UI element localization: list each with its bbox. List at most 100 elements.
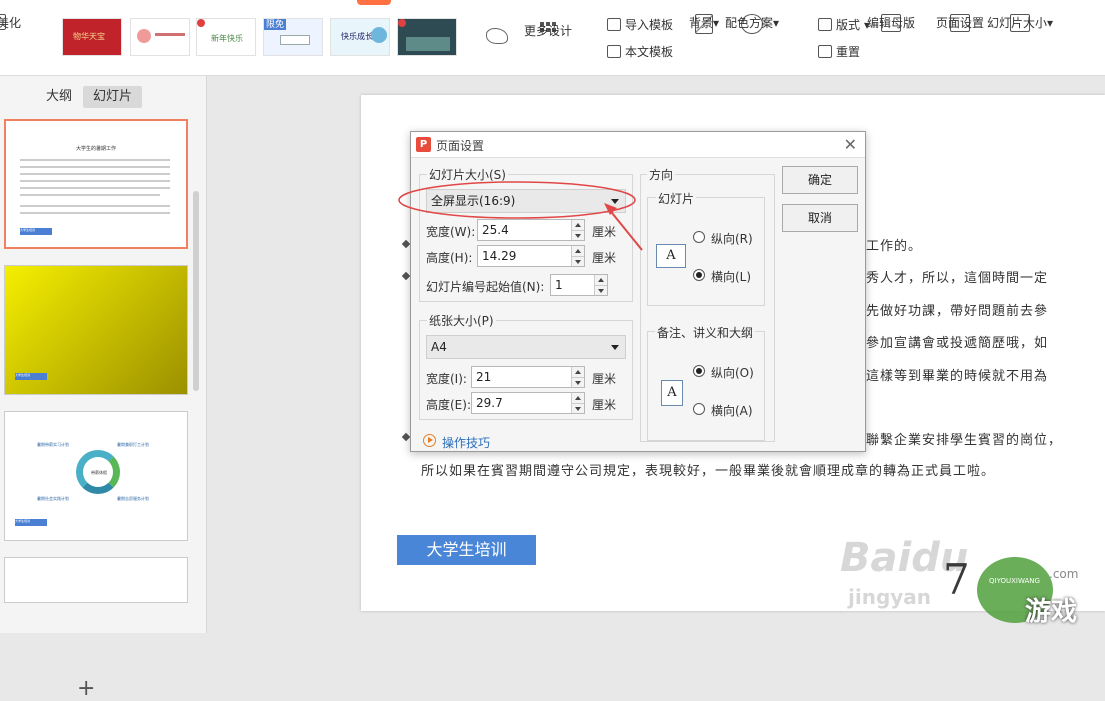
width-value: 25.4	[482, 223, 509, 237]
paper-size-value: A4	[431, 340, 447, 354]
spin-up-icon[interactable]	[571, 246, 584, 256]
start-number-input[interactable]: 1	[550, 274, 608, 296]
spin-down-icon[interactable]	[594, 285, 607, 295]
close-icon[interactable]: ✕	[844, 135, 857, 154]
smart-beautify-button[interactable]: 能美化	[0, 14, 21, 34]
smart-beautify-label: 能美化	[0, 16, 22, 30]
width-unit: 厘米	[592, 225, 617, 239]
this-template-label: 本文模板	[625, 45, 674, 59]
landscape-a-label: 横向(A)	[711, 404, 753, 418]
slide-title-button[interactable]: 大学生培训	[397, 535, 536, 565]
tips-link[interactable]: 操作技巧	[442, 434, 490, 451]
paper-width-unit: 厘米	[592, 372, 617, 386]
cancel-button[interactable]: 取消	[782, 204, 858, 232]
layout-button[interactable]: 版式 ▾	[818, 16, 870, 33]
paper-width-value: 21	[476, 370, 492, 384]
paper-height-input[interactable]: 29.7	[471, 392, 585, 414]
free-badge: 限免	[264, 19, 287, 30]
reset-icon	[818, 45, 832, 58]
design-thumb-1[interactable]: 物华天宝	[62, 18, 122, 56]
paper-height-unit: 厘米	[592, 398, 617, 412]
page-setup-button[interactable]: 页面设置	[936, 14, 984, 38]
width-input[interactable]: 25.4	[477, 219, 585, 241]
design-thumb-7[interactable]	[466, 18, 526, 56]
design-thumb-1-label: 物华天宝	[73, 32, 105, 41]
landscape-a-radio[interactable]	[693, 403, 705, 415]
spin-up-icon[interactable]	[594, 275, 607, 285]
ok-button[interactable]: 确定	[782, 166, 858, 194]
slide-size-select[interactable]: 全屏显示(16:9)	[426, 189, 626, 213]
reset-button[interactable]: 重置	[818, 43, 860, 60]
height-unit: 厘米	[592, 251, 617, 265]
orientation-group-label: 方向	[647, 166, 676, 183]
spin-down-icon[interactable]	[571, 230, 584, 240]
height-input[interactable]: 14.29	[477, 245, 585, 267]
paper-height-label: 高度(E):	[426, 398, 471, 412]
bubble-shape	[371, 27, 387, 43]
design-thumb-4[interactable]: 限免	[263, 18, 323, 56]
background-button[interactable]: 背景▾	[689, 14, 719, 38]
spin-up-icon[interactable]	[571, 220, 584, 230]
spin-down-icon[interactable]	[571, 403, 584, 413]
layout-label: 版式	[836, 18, 861, 32]
design-thumb-6[interactable]	[397, 18, 457, 56]
design-thumb-2[interactable]	[130, 18, 190, 56]
add-slide-button[interactable]: +	[77, 676, 95, 701]
hot-icon	[398, 19, 406, 27]
import-template-label: 导入模板	[625, 18, 674, 32]
slide-thumbnail-4[interactable]	[4, 557, 188, 603]
width-label: 宽度(W):	[426, 225, 476, 239]
paper-width-input[interactable]: 21	[471, 366, 585, 388]
portrait-r-radio[interactable]	[693, 231, 705, 243]
landscape-page-icon: A	[656, 244, 686, 268]
cycle-label-3: 暑期社会实践计划	[37, 496, 69, 501]
dialog-title: 页面设置	[436, 139, 485, 153]
cycle-label-2: 暑期兼职打工计划	[117, 442, 149, 447]
text-line	[20, 194, 160, 196]
slide-size-button[interactable]: 幻灯片大小▾	[987, 14, 1053, 38]
import-template-button[interactable]: 导入模板	[607, 16, 673, 33]
thumb-box	[280, 35, 310, 45]
more-designs-button[interactable]: 更多设计	[524, 22, 572, 38]
tab-slides[interactable]: 幻灯片	[83, 86, 143, 108]
start-number-value: 1	[555, 278, 563, 292]
spin-down-icon[interactable]	[571, 377, 584, 387]
sidebar-scrollbar[interactable]	[193, 191, 199, 391]
design-thumb-3[interactable]: 新年快乐	[196, 18, 256, 56]
paper-size-select[interactable]: A4	[426, 335, 626, 359]
play-circle-icon[interactable]	[423, 434, 436, 447]
slide-size-group-label: 幻灯片大小(S)	[427, 166, 508, 183]
logo-domain: .com	[1049, 567, 1079, 581]
slide-text-line-7: 所以如果在賓習期間遵守公司規定，表現較好，一般畢業後就會順理成章的轉為正式員工啦…	[421, 464, 996, 479]
paper-height-value: 29.7	[476, 396, 503, 410]
this-template-button[interactable]: 本文模板	[607, 43, 673, 60]
layout-icon	[818, 18, 832, 31]
edit-master-button[interactable]: 编辑母版	[867, 14, 915, 38]
design-thumb-5[interactable]: 快乐成长	[330, 18, 390, 56]
slide-thumbnail-1[interactable]: 大学生的暑期工作 大学生培训	[4, 119, 188, 249]
cycle-label-4: 暑期志愿服务计划	[117, 496, 149, 501]
slide-thumbnail-2-button: 大学生培训	[15, 373, 47, 380]
slide-text-line-5: 這樣等到畢業的時候就不用為	[866, 369, 1049, 384]
slide-thumbnail-3[interactable]: 带薪休假 暑期带薪实习计划 暑期兼职打工计划 暑期社会实践计划 暑期志愿服务计划…	[4, 411, 188, 541]
cycle-center-label: 带薪休假	[91, 470, 107, 475]
tab-outline[interactable]: 大纲	[36, 86, 82, 108]
portrait-page-icon: A	[661, 380, 683, 406]
spin-down-icon[interactable]	[571, 256, 584, 266]
slide-thumbnail-1-button: 大学生培训	[20, 228, 52, 235]
spin-up-icon[interactable]	[571, 393, 584, 403]
slide-thumbnail-2[interactable]: 大学生培训	[4, 265, 188, 395]
template-icon	[607, 45, 621, 58]
spin-up-icon[interactable]	[571, 367, 584, 377]
toolbar: 能美化 物华天宝 新年快乐 限免 快乐成长 更多设计 导入模板	[0, 0, 1105, 76]
portrait-o-radio[interactable]	[693, 365, 705, 377]
color-scheme-button[interactable]: 配色方案▾	[725, 14, 779, 38]
landscape-l-radio[interactable]	[693, 269, 705, 281]
text-line	[20, 180, 170, 182]
page-setup-dialog: P 页面设置 ✕ 幻灯片大小(S) 全屏显示(16:9) 宽度(W): 25.4…	[410, 131, 866, 452]
design-thumb-3-label: 新年快乐	[211, 34, 243, 43]
slide-size-value: 全屏显示(16:9)	[431, 194, 516, 208]
portrait-o-label: 纵向(O)	[711, 366, 754, 380]
paper-width-label: 宽度(I):	[426, 372, 467, 386]
text-line	[20, 173, 170, 175]
